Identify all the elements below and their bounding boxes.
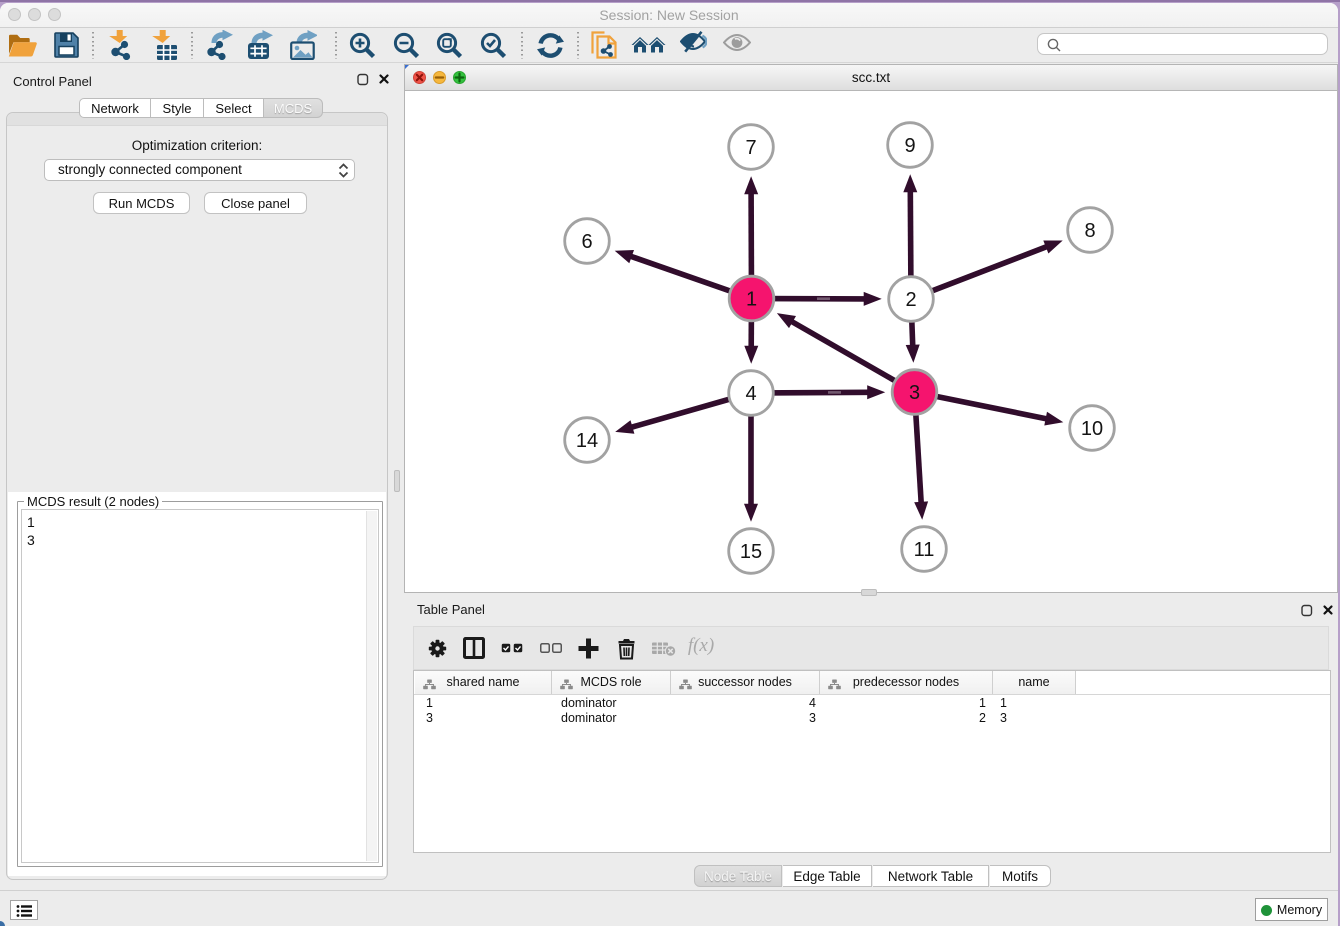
svg-text:4: 4	[745, 383, 756, 405]
svg-text:6: 6	[581, 231, 592, 253]
svg-text:10: 10	[1081, 418, 1103, 440]
svg-text:7: 7	[745, 137, 756, 159]
svg-text:9: 9	[904, 135, 915, 157]
svg-text:1: 1	[746, 289, 757, 311]
svg-text:3: 3	[909, 382, 920, 404]
svg-text:11: 11	[914, 539, 935, 561]
svg-text:15: 15	[740, 541, 762, 563]
svg-text:14: 14	[576, 430, 598, 452]
svg-text:2: 2	[905, 289, 916, 311]
svg-text:8: 8	[1084, 220, 1095, 242]
